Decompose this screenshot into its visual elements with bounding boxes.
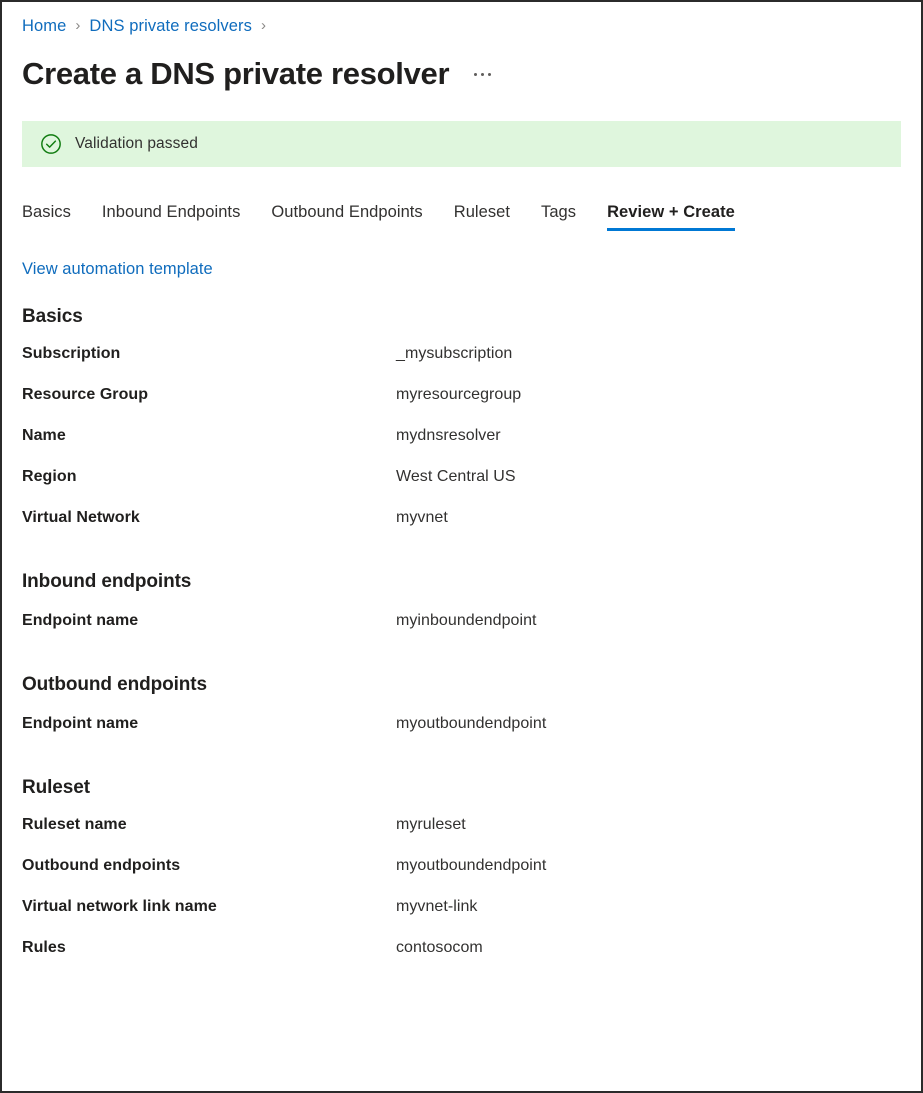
summary-key: Rules xyxy=(22,939,396,957)
summary-key: Outbound endpoints xyxy=(22,857,396,875)
section-basics: Basics Subscription _mysubscription Reso… xyxy=(22,306,901,550)
tab-basics[interactable]: Basics xyxy=(22,203,71,231)
summary-value: mydnsresolver xyxy=(396,427,501,445)
tab-tags[interactable]: Tags xyxy=(541,203,576,231)
tab-inbound-endpoints[interactable]: Inbound Endpoints xyxy=(102,203,240,231)
section-outbound-endpoints: Outbound endpoints Endpoint name myoutbo… xyxy=(22,674,901,756)
summary-key: Subscription xyxy=(22,345,396,363)
summary-key: Ruleset name xyxy=(22,816,396,834)
wizard-tabs: Basics Inbound Endpoints Outbound Endpoi… xyxy=(22,187,901,231)
summary-list: Endpoint name myinboundendpoint xyxy=(22,612,901,653)
page-header: Create a DNS private resolver xyxy=(22,53,901,95)
summary-key: Virtual network link name xyxy=(22,898,396,916)
summary-value: _mysubscription xyxy=(396,345,512,363)
summary-row: Resource Group myresourcegroup xyxy=(22,386,901,427)
validation-banner: Validation passed xyxy=(22,121,901,167)
section-title: Inbound endpoints xyxy=(22,571,901,593)
summary-row: Endpoint name myinboundendpoint xyxy=(22,612,901,653)
tab-label: Ruleset xyxy=(454,203,510,221)
summary-value: West Central US xyxy=(396,468,516,486)
tab-review-create[interactable]: Review + Create xyxy=(607,203,735,231)
summary-key: Endpoint name xyxy=(22,715,396,733)
summary-value: myresourcegroup xyxy=(396,386,521,404)
summary-row: Virtual Network myvnet xyxy=(22,509,901,550)
summary-list: Subscription _mysubscription Resource Gr… xyxy=(22,345,901,550)
summary-row: Rules contosocom xyxy=(22,939,901,980)
summary-value: myinboundendpoint xyxy=(396,612,537,630)
view-automation-template-link[interactable]: View automation template xyxy=(22,260,213,279)
summary-row: Ruleset name myruleset xyxy=(22,816,901,857)
section-title: Ruleset xyxy=(22,777,901,799)
tab-outbound-endpoints[interactable]: Outbound Endpoints xyxy=(271,203,422,231)
summary-row: Subscription _mysubscription xyxy=(22,345,901,386)
tab-label: Outbound Endpoints xyxy=(271,203,422,221)
dot xyxy=(474,73,477,76)
summary-row: Outbound endpoints myoutboundendpoint xyxy=(22,857,901,898)
page-title: Create a DNS private resolver xyxy=(22,55,449,93)
summary-key: Name xyxy=(22,427,396,445)
section-title: Outbound endpoints xyxy=(22,674,901,696)
summary-list: Ruleset name myruleset Outbound endpoint… xyxy=(22,816,901,980)
summary-key: Endpoint name xyxy=(22,612,396,630)
section-ruleset: Ruleset Ruleset name myruleset Outbound … xyxy=(22,777,901,980)
summary-key: Virtual Network xyxy=(22,509,396,527)
breadcrumb-item-dns-private-resolvers[interactable]: DNS private resolvers xyxy=(89,17,252,36)
more-options-icon[interactable] xyxy=(469,63,495,85)
breadcrumb-item-home[interactable]: Home xyxy=(22,17,66,36)
summary-row: Endpoint name myoutboundendpoint xyxy=(22,715,901,756)
tab-label: Inbound Endpoints xyxy=(102,203,240,221)
tab-ruleset[interactable]: Ruleset xyxy=(454,203,510,231)
summary-row: Virtual network link name myvnet-link xyxy=(22,898,901,939)
summary-value: myvnet-link xyxy=(396,898,477,916)
tab-label: Tags xyxy=(541,203,576,221)
dot xyxy=(481,73,484,76)
chevron-right-icon: › xyxy=(261,18,266,33)
breadcrumb: Home › DNS private resolvers › xyxy=(22,2,901,39)
tab-label: Basics xyxy=(22,203,71,221)
dot xyxy=(488,73,491,76)
summary-value: contosocom xyxy=(396,939,483,957)
section-title: Basics xyxy=(22,306,901,328)
summary-row: Name mydnsresolver xyxy=(22,427,901,468)
chevron-right-icon: › xyxy=(75,18,80,33)
check-circle-icon xyxy=(40,133,62,155)
summary-key: Resource Group xyxy=(22,386,396,404)
summary-value: myoutboundendpoint xyxy=(396,715,546,733)
summary-list: Endpoint name myoutboundendpoint xyxy=(22,715,901,756)
azure-portal-blade: Home › DNS private resolvers › Create a … xyxy=(0,0,923,1093)
tab-label: Review + Create xyxy=(607,203,735,221)
summary-value: myvnet xyxy=(396,509,448,527)
summary-value: myruleset xyxy=(396,816,466,834)
summary-row: Region West Central US xyxy=(22,468,901,509)
summary-key: Region xyxy=(22,468,396,486)
validation-status-text: Validation passed xyxy=(75,135,198,153)
section-inbound-endpoints: Inbound endpoints Endpoint name myinboun… xyxy=(22,571,901,653)
summary-value: myoutboundendpoint xyxy=(396,857,546,875)
